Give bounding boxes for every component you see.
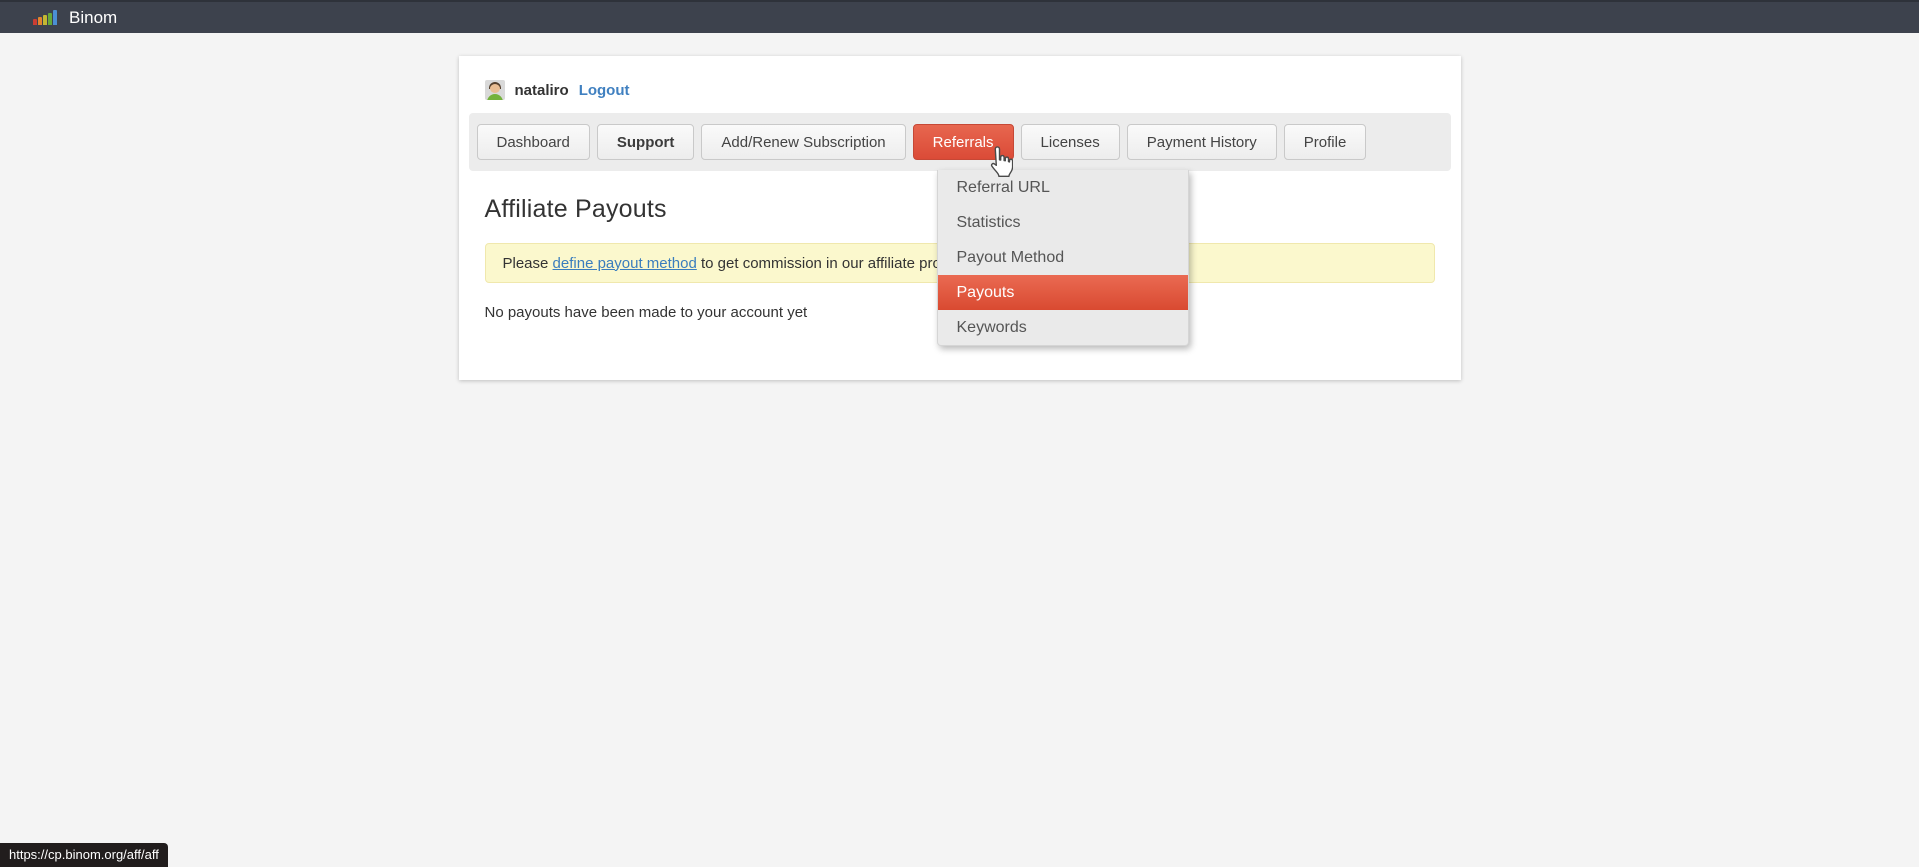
tab-referrals[interactable]: Referrals <box>913 124 1014 160</box>
status-url-bar: https://cp.binom.org/aff/aff <box>0 843 168 867</box>
brand-title: Binom <box>69 8 117 28</box>
main-nav: Dashboard Support Add/Renew Subscription… <box>469 113 1451 171</box>
binom-logo-icon <box>33 10 57 25</box>
user-row: nataliro Logout <box>459 56 1461 113</box>
menu-item-statistics[interactable]: Statistics <box>938 205 1188 240</box>
notice-text-prefix: Please <box>503 255 553 272</box>
user-avatar <box>485 80 505 100</box>
tab-dashboard[interactable]: Dashboard <box>477 124 590 160</box>
tab-payment-history[interactable]: Payment History <box>1127 124 1277 160</box>
top-bar: Binom <box>0 0 1919 33</box>
tab-licenses[interactable]: Licenses <box>1021 124 1120 160</box>
notice-text-suffix: to get commission in our affiliate progr… <box>697 255 975 272</box>
menu-item-referral-url[interactable]: Referral URL <box>938 170 1188 205</box>
menu-item-payout-method[interactable]: Payout Method <box>938 240 1188 275</box>
main-card: nataliro Logout Dashboard Support Add/Re… <box>459 56 1461 380</box>
menu-item-payouts[interactable]: Payouts <box>938 275 1188 310</box>
menu-item-keywords[interactable]: Keywords <box>938 310 1188 345</box>
logout-link[interactable]: Logout <box>579 82 630 99</box>
tab-profile[interactable]: Profile <box>1284 124 1367 160</box>
tab-support[interactable]: Support <box>597 124 695 160</box>
username: nataliro <box>515 82 569 99</box>
tab-add-renew-subscription[interactable]: Add/Renew Subscription <box>701 124 905 160</box>
referrals-dropdown-menu: Referral URL Statistics Payout Method Pa… <box>937 170 1189 346</box>
define-payout-method-link[interactable]: define payout method <box>553 255 697 272</box>
